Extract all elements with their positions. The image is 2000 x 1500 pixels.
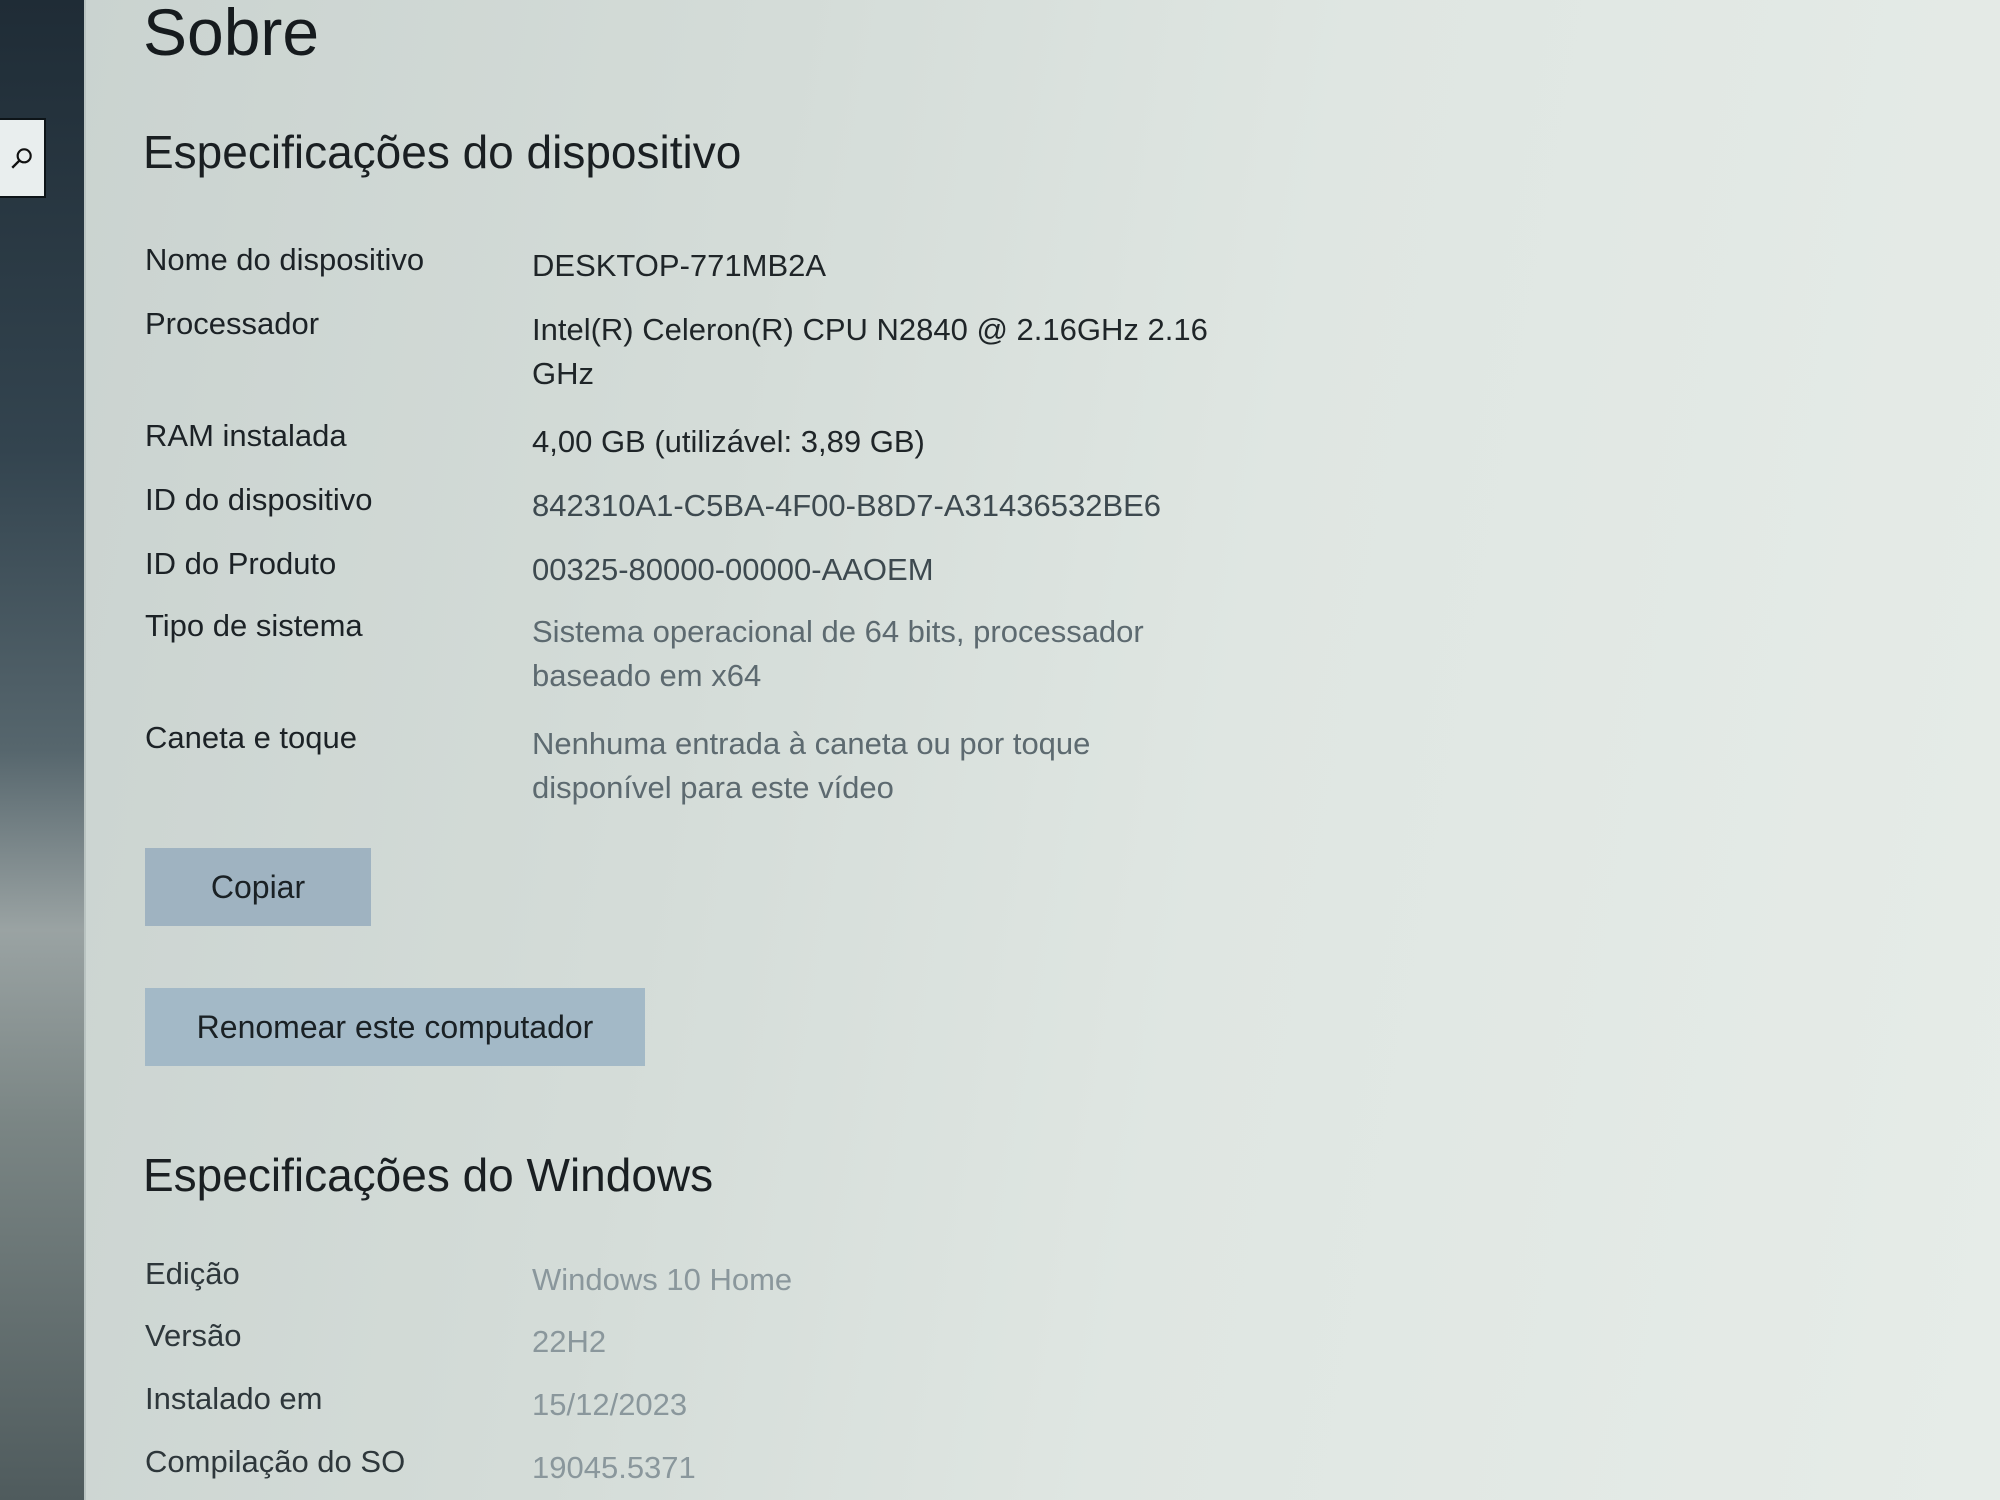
spec-value[interactable]: DESKTOP-771MB2A (532, 244, 1292, 288)
windows-specs-heading: Especificações do Windows (143, 1149, 714, 1201)
page-title: Sobre (143, 0, 320, 69)
spec-value[interactable]: Nenhuma entrada à caneta ou por toque di… (532, 722, 1212, 810)
spec-label: Processador (145, 306, 320, 341)
about-page: Sobre Especificações do dispositivo Nome… (143, 0, 1743, 1500)
spec-label: Tipo de sistema (145, 608, 363, 643)
spec-label: Instalado em (145, 1381, 323, 1416)
rename-pc-button[interactable]: Renomear este computador (145, 988, 645, 1066)
search-button[interactable] (0, 118, 46, 198)
spec-value[interactable]: Intel(R) Celeron(R) CPU N2840 @ 2.16GHz … (532, 308, 1232, 396)
spec-label: Edição (145, 1256, 240, 1291)
spec-value[interactable]: 22H2 (532, 1320, 1292, 1364)
spec-value[interactable]: 19045.5371 (532, 1446, 1292, 1490)
sidebar-edge (0, 0, 84, 1500)
spec-label: Caneta e toque (145, 720, 358, 755)
copy-button[interactable]: Copiar (145, 848, 371, 926)
device-specs-heading: Especificações do dispositivo (143, 126, 742, 178)
spec-value[interactable]: Sistema operacional de 64 bits, processa… (532, 610, 1252, 698)
spec-value[interactable]: 15/12/2023 (532, 1383, 1292, 1427)
spec-label: RAM instalada (145, 418, 347, 453)
sidebar-divider (84, 0, 86, 1500)
spec-label: Nome do dispositivo (145, 242, 425, 277)
spec-label: ID do Produto (145, 546, 337, 581)
spec-value[interactable]: 4,00 GB (utilizável: 3,89 GB) (532, 420, 1292, 464)
spec-label: Versão (145, 1318, 242, 1353)
search-icon (11, 148, 32, 169)
spec-value[interactable]: 00325-80000-00000-AAOEM (532, 548, 1292, 592)
spec-label: Compilação do SO (145, 1444, 406, 1479)
spec-value[interactable]: 842310A1-C5BA-4F00-B8D7-A31436532BE6 (532, 484, 1332, 528)
spec-label: ID do dispositivo (145, 482, 373, 517)
spec-value[interactable]: Windows 10 Home (532, 1258, 1292, 1302)
